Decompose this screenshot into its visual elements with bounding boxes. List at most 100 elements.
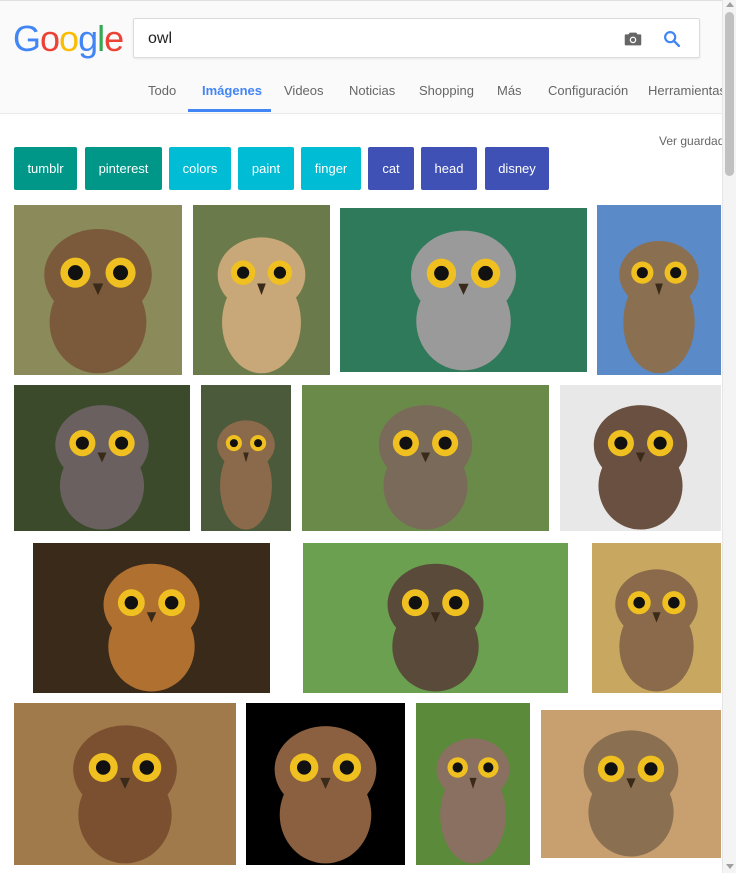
chip-cat[interactable]: cat <box>368 147 414 190</box>
owl-pupil <box>644 762 658 776</box>
chip-colors[interactable]: colors <box>169 147 231 190</box>
image-result[interactable] <box>33 543 270 693</box>
tab-imagenes[interactable]: Imágenes <box>202 84 262 112</box>
chip-label: finger <box>314 161 348 176</box>
scroll-down-arrow[interactable] <box>726 864 734 869</box>
owl-pupil <box>633 596 645 609</box>
image-result[interactable] <box>340 208 587 372</box>
tab-mas[interactable]: Más <box>497 84 522 112</box>
owl-pupil <box>438 436 452 450</box>
horned-owl-black-bg-image <box>246 703 405 865</box>
owl-head <box>615 569 698 640</box>
chip-head[interactable]: head <box>421 147 477 190</box>
owl-head <box>44 229 152 321</box>
image-result[interactable] <box>592 543 721 693</box>
image-result[interactable] <box>14 205 182 375</box>
image-result[interactable] <box>416 703 530 865</box>
chip-label: disney <box>498 161 536 176</box>
image-result[interactable] <box>303 543 568 693</box>
image-result[interactable] <box>14 703 236 865</box>
owl-wings-spread-image <box>302 385 549 531</box>
logo-letter: o <box>40 18 60 59</box>
owl-pupil <box>67 265 83 281</box>
owl-head <box>378 405 473 485</box>
tab-todo[interactable]: Todo <box>148 84 176 112</box>
chip-paint[interactable]: paint <box>238 147 294 190</box>
owl-pupil <box>95 760 111 775</box>
camera-icon[interactable] <box>622 28 644 50</box>
image-result[interactable] <box>597 205 721 375</box>
screech-owl-closeup-image <box>14 385 190 531</box>
little-owl-on-rock-image <box>14 205 182 375</box>
image-result[interactable] <box>201 385 291 531</box>
owl-pupil <box>653 436 667 450</box>
image-result[interactable] <box>246 703 405 865</box>
chip-label: head <box>434 161 464 176</box>
white-faced-owl-image <box>340 208 587 372</box>
search-tabs: Todo Imágenes Videos Noticias Shopping M… <box>0 84 726 112</box>
search-input[interactable] <box>148 28 608 50</box>
chip-finger[interactable]: finger <box>301 147 361 190</box>
image-result[interactable] <box>560 385 721 531</box>
owl-pupil <box>115 436 129 450</box>
owl-flying-image <box>303 543 568 693</box>
scrollbar-thumb[interactable] <box>725 12 734 176</box>
chip-pinterest[interactable]: pinterest <box>85 147 162 190</box>
owl-pupil <box>273 266 287 279</box>
tab-noticias[interactable]: Noticias <box>349 84 395 112</box>
owl-pupil <box>229 439 238 448</box>
eagle-owl-profile-image <box>560 385 721 531</box>
logo-letter: g <box>78 18 98 59</box>
owl-pupil <box>668 596 680 609</box>
barn-owl-image <box>193 205 330 375</box>
scroll-up-arrow[interactable] <box>726 2 734 7</box>
tab-videos[interactable]: Videos <box>284 84 324 112</box>
owl-pupil <box>614 436 628 450</box>
chip-disney[interactable]: disney <box>485 147 549 190</box>
owl-pupil <box>236 266 250 279</box>
owl-pupil <box>75 436 89 450</box>
tab-configuracion[interactable]: Configuración <box>548 84 628 112</box>
chip-label: cat <box>382 161 400 176</box>
tab-herramientas[interactable]: Herramientas <box>648 84 726 112</box>
little-owl-on-rocks-image <box>541 710 721 858</box>
owl-pupil <box>408 595 423 610</box>
owl-pupil <box>254 439 263 448</box>
chip-label: pinterest <box>98 161 149 176</box>
active-tab-indicator <box>188 109 271 112</box>
owl-pupil <box>297 760 312 775</box>
tab-shopping[interactable]: Shopping <box>419 84 474 112</box>
saved-images-link[interactable]: Ver guardad <box>659 134 724 148</box>
image-result[interactable] <box>193 205 330 375</box>
small-owl-on-branch-image <box>592 543 721 693</box>
chip-label: paint <box>251 161 281 176</box>
owl-pupil <box>670 267 682 279</box>
owl-pupil <box>164 595 179 610</box>
owl-head <box>217 237 306 312</box>
owl-head <box>73 725 177 814</box>
owl-head <box>103 563 200 646</box>
owl-pupil <box>448 595 463 610</box>
owl-pupil <box>139 760 155 775</box>
owl-head <box>274 726 377 813</box>
image-result[interactable] <box>14 385 190 531</box>
barred-owl-on-branch-image <box>416 703 530 865</box>
image-result[interactable] <box>302 385 549 531</box>
search-icon[interactable] <box>661 28 683 50</box>
owl-pupil <box>478 265 493 281</box>
owl-head <box>593 405 688 485</box>
logo-letter: o <box>59 18 79 59</box>
google-logo[interactable]: Google <box>13 17 124 61</box>
owl-pupil <box>113 265 129 281</box>
owl-pupil <box>483 762 494 773</box>
chip-label: tumblr <box>27 161 64 176</box>
great-horned-owl-image <box>14 703 236 865</box>
owl-eyes-closeup-image <box>33 543 270 693</box>
eagle-owl-standing-image <box>201 385 291 531</box>
logo-letter: G <box>13 18 41 59</box>
owl-pupil <box>399 436 413 450</box>
owl-pupil <box>636 267 648 279</box>
owl-pupil <box>604 762 618 776</box>
image-result[interactable] <box>541 710 721 858</box>
chip-tumblr[interactable]: tumblr <box>14 147 77 190</box>
